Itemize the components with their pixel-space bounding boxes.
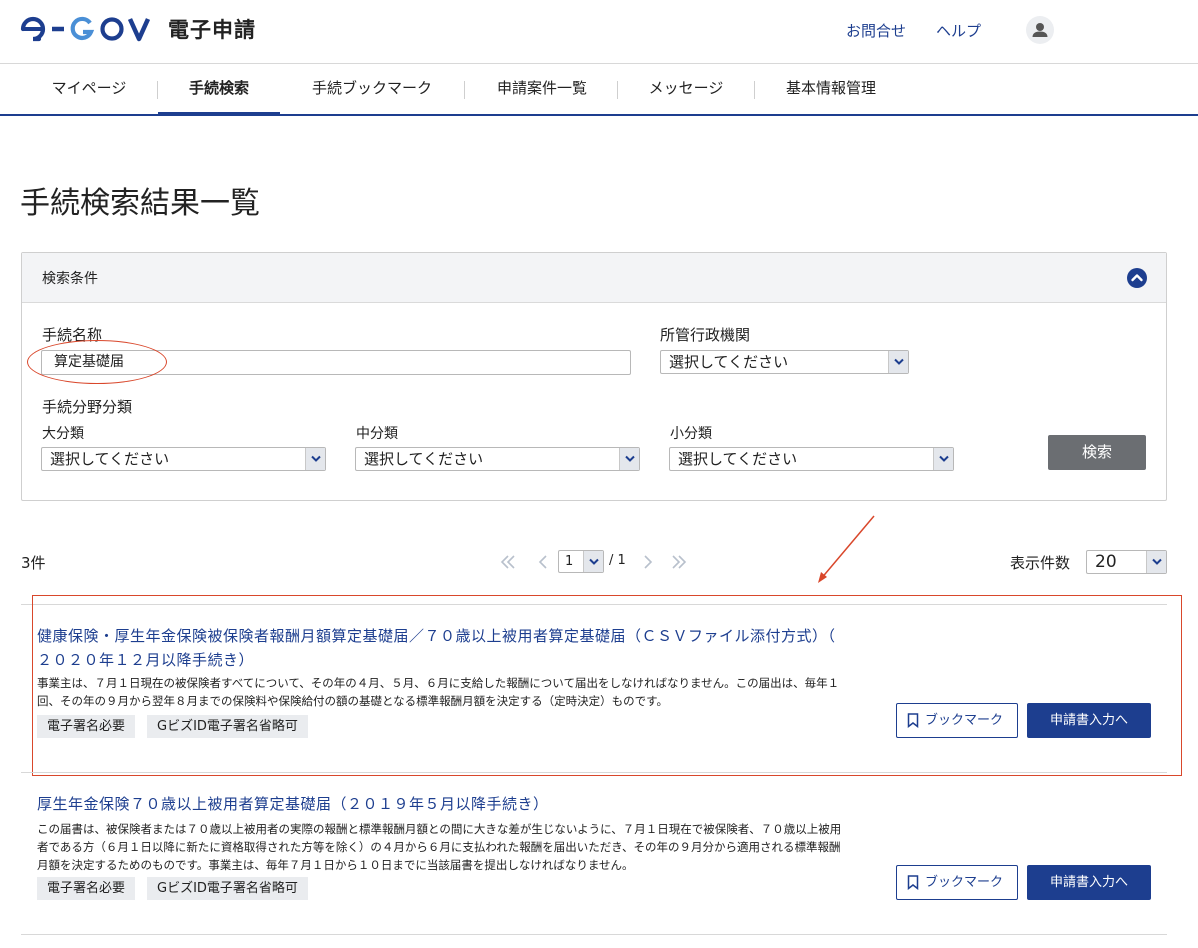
tab-messages[interactable]: メッセージ bbox=[630, 64, 742, 114]
user-icon bbox=[1032, 23, 1048, 37]
per-page-label: 表示件数 bbox=[1010, 554, 1071, 572]
tag-e-signature-required: 電子署名必要 bbox=[37, 877, 136, 900]
result-desc-2-line3: 月額を決定するためのものです。事業主は、毎年７月１日から１０日までに当該届書を提… bbox=[37, 858, 634, 872]
help-link[interactable]: ヘルプ bbox=[936, 20, 981, 41]
egov-logo[interactable]: 電子申請 bbox=[20, 14, 256, 44]
user-avatar[interactable] bbox=[1026, 16, 1054, 44]
pagination-forward bbox=[636, 550, 690, 574]
chevron-down-icon bbox=[888, 351, 908, 373]
first-page-icon[interactable] bbox=[497, 551, 519, 573]
result-title-2[interactable]: 厚生年金保険７０歳以上被用者算定基礎届（２０１９年５月以降手続き） bbox=[37, 792, 867, 816]
page-select[interactable]: 1 bbox=[558, 550, 604, 573]
result-desc-2-line1: この届書は、被保険者または７０歳以上被用者の実際の報酬と標準報酬月額との間に大き… bbox=[37, 822, 842, 836]
chevron-down-icon bbox=[619, 448, 639, 470]
highlight-rectangle bbox=[32, 595, 1182, 776]
agency-select[interactable]: 選択してください bbox=[660, 350, 909, 374]
bookmark-button-label: ブックマーク bbox=[925, 875, 1004, 890]
medium-category-select[interactable]: 選択してください bbox=[355, 447, 640, 471]
egov-logo-icon bbox=[20, 16, 151, 42]
result-desc-2-line2: 者である方（６月１日以降に新たに資格取得された方等を除く）の４月から６月に支払わ… bbox=[37, 840, 841, 854]
result-desc-2: この届書は、被保険者または７０歳以上被用者の実際の報酬と標準報酬月額との間に大き… bbox=[37, 820, 867, 874]
tab-divider bbox=[464, 81, 465, 99]
pagination bbox=[497, 550, 555, 574]
result-count: 3件 bbox=[21, 554, 46, 572]
bookmark-button[interactable]: ブックマーク bbox=[896, 865, 1018, 900]
large-category-label: 大分類 bbox=[42, 426, 84, 442]
chevron-up-icon bbox=[1131, 274, 1143, 282]
result-divider bbox=[21, 772, 1167, 773]
contact-link[interactable]: お問合せ bbox=[846, 20, 906, 41]
tab-applications[interactable]: 申請案件一覧 bbox=[478, 64, 606, 114]
page-total: / 1 bbox=[609, 553, 626, 568]
tab-mypage[interactable]: マイページ bbox=[30, 64, 148, 114]
per-page-select[interactable]: 20 bbox=[1086, 550, 1167, 574]
small-category-value: 選択してください bbox=[678, 450, 798, 468]
highlight-ellipse bbox=[27, 340, 167, 384]
chevron-down-icon bbox=[583, 551, 603, 572]
panel-header[interactable]: 検索条件 bbox=[22, 253, 1166, 303]
prev-page-icon[interactable] bbox=[533, 551, 555, 573]
chevron-down-icon bbox=[305, 448, 325, 470]
small-category-label: 小分類 bbox=[670, 426, 712, 442]
tag-gbizid-signature-optional: GビズID電子署名省略可 bbox=[147, 877, 308, 900]
panel-title: 検索条件 bbox=[42, 271, 98, 287]
large-category-value: 選択してください bbox=[50, 450, 170, 468]
annotation-arrow-icon bbox=[818, 515, 875, 583]
page-select-value: 1 bbox=[565, 554, 574, 569]
search-button[interactable]: 検索 bbox=[1048, 435, 1146, 470]
site-header: 電子申請 お問合せ ヘルプ bbox=[0, 0, 1198, 64]
app-name: 電子申請 bbox=[168, 18, 256, 42]
tab-divider bbox=[617, 81, 618, 99]
medium-category-label: 中分類 bbox=[356, 426, 398, 442]
tab-bookmarks[interactable]: 手続ブックマーク bbox=[292, 64, 452, 114]
collapse-button[interactable] bbox=[1127, 268, 1147, 288]
next-page-icon[interactable] bbox=[636, 551, 658, 573]
bookmark-icon bbox=[907, 875, 919, 890]
chevron-down-icon bbox=[933, 448, 953, 470]
agency-select-value: 選択してください bbox=[669, 353, 789, 371]
apply-form-button[interactable]: 申請書入力へ bbox=[1027, 865, 1151, 900]
large-category-select[interactable]: 選択してください bbox=[41, 447, 326, 471]
field-category-label: 手続分野分類 bbox=[42, 398, 133, 416]
chevron-down-icon bbox=[1146, 551, 1166, 573]
last-page-icon[interactable] bbox=[668, 551, 690, 573]
tab-divider bbox=[754, 81, 755, 99]
medium-category-value: 選択してください bbox=[364, 450, 484, 468]
page-title: 手続検索結果一覧 bbox=[20, 186, 260, 221]
per-page-value: 20 bbox=[1095, 552, 1117, 572]
main-nav: マイページ 手続検索 手続ブックマーク 申請案件一覧 メッセージ 基本情報管理 bbox=[0, 64, 1198, 116]
tab-procedure-search[interactable]: 手続検索 bbox=[158, 64, 280, 116]
result-divider bbox=[21, 934, 1167, 935]
small-category-select[interactable]: 選択してください bbox=[669, 447, 954, 471]
tab-basic-info[interactable]: 基本情報管理 bbox=[768, 64, 894, 114]
agency-label: 所管行政機関 bbox=[660, 326, 751, 344]
